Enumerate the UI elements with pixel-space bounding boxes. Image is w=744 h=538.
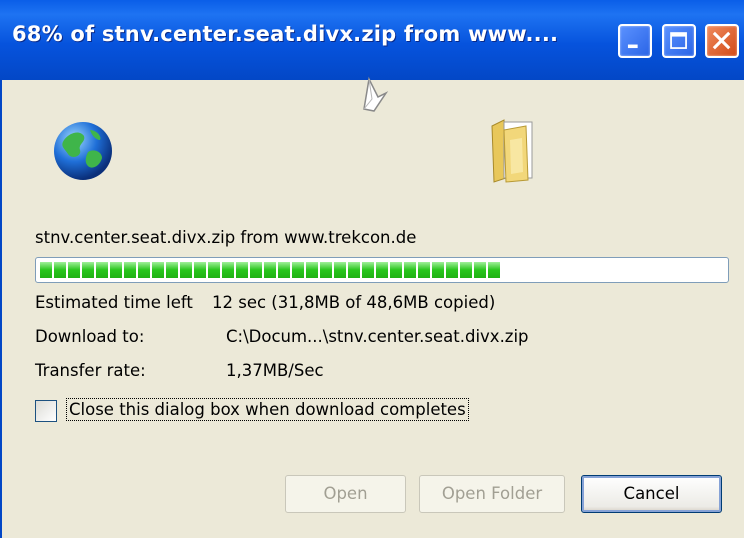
progress-segment bbox=[54, 262, 66, 278]
progress-segment bbox=[278, 262, 290, 278]
progress-segment bbox=[376, 262, 388, 278]
close-on-complete-checkbox[interactable] bbox=[35, 400, 57, 422]
progress-segment bbox=[222, 262, 234, 278]
progress-segment bbox=[432, 262, 444, 278]
progress-segment bbox=[96, 262, 108, 278]
progress-segment bbox=[418, 262, 430, 278]
progress-segment bbox=[348, 262, 360, 278]
progress-segment bbox=[194, 262, 206, 278]
progress-segment bbox=[474, 262, 486, 278]
progress-segment bbox=[488, 262, 500, 278]
progress-segment bbox=[404, 262, 416, 278]
cancel-button[interactable]: Cancel bbox=[581, 475, 722, 513]
download-to-value: C:\Docum...\stnv.center.seat.divx.zip bbox=[226, 327, 529, 346]
open-button[interactable]: Open bbox=[285, 475, 406, 513]
minimize-icon bbox=[627, 44, 638, 49]
progress-segment bbox=[124, 262, 136, 278]
progress-fill bbox=[40, 262, 500, 278]
progress-segment bbox=[250, 262, 262, 278]
progress-segment bbox=[236, 262, 248, 278]
progress-segment bbox=[110, 262, 122, 278]
title-bar[interactable]: 68% of stnv.center.seat.divx.zip from ww… bbox=[0, 0, 744, 80]
download-progress-bar bbox=[35, 257, 729, 283]
progress-segment bbox=[166, 262, 178, 278]
folder-icon bbox=[491, 119, 533, 183]
progress-segment bbox=[208, 262, 220, 278]
progress-segment bbox=[152, 262, 164, 278]
maximize-button[interactable] bbox=[662, 24, 696, 58]
close-on-complete-label[interactable]: Close this dialog box when download comp… bbox=[66, 398, 469, 421]
progress-segment bbox=[460, 262, 472, 278]
window-title: 68% of stnv.center.seat.divx.zip from ww… bbox=[12, 22, 559, 46]
estimated-time-label: Estimated time left bbox=[35, 293, 193, 312]
flying-paper-icon bbox=[363, 76, 389, 112]
progress-segment bbox=[362, 262, 374, 278]
download-file-line: stnv.center.seat.divx.zip from www.trekc… bbox=[35, 228, 417, 247]
progress-segment bbox=[264, 262, 276, 278]
progress-segment bbox=[390, 262, 402, 278]
close-icon bbox=[712, 31, 731, 50]
progress-segment bbox=[446, 262, 458, 278]
globe-icon bbox=[54, 122, 112, 180]
download-to-label: Download to: bbox=[35, 327, 145, 346]
estimated-time-value: 12 sec (31,8MB of 48,6MB copied) bbox=[212, 293, 496, 312]
close-button[interactable] bbox=[705, 24, 739, 58]
progress-segment bbox=[138, 262, 150, 278]
progress-segment bbox=[306, 262, 318, 278]
open-folder-button[interactable]: Open Folder bbox=[419, 475, 565, 513]
progress-segment bbox=[334, 262, 346, 278]
progress-segment bbox=[68, 262, 80, 278]
progress-segment bbox=[292, 262, 304, 278]
minimize-button[interactable] bbox=[618, 24, 652, 58]
progress-segment bbox=[180, 262, 192, 278]
maximize-icon bbox=[670, 32, 687, 49]
progress-segment bbox=[40, 262, 52, 278]
transfer-rate-label: Transfer rate: bbox=[35, 361, 146, 380]
progress-segment bbox=[82, 262, 94, 278]
transfer-rate-value: 1,37MB/Sec bbox=[226, 361, 324, 380]
progress-segment bbox=[320, 262, 332, 278]
